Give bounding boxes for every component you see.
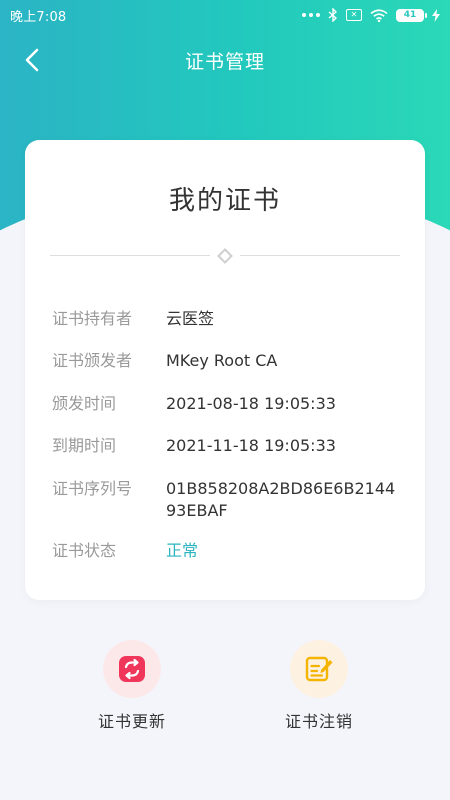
edit-document-icon bbox=[305, 656, 333, 682]
back-arrow-icon bbox=[25, 48, 39, 72]
renew-certificate-button[interactable]: 证书更新 bbox=[72, 640, 192, 740]
wifi-icon bbox=[370, 8, 388, 22]
battery-level: 41 bbox=[403, 10, 417, 20]
renew-label: 证书更新 bbox=[97, 712, 166, 731]
no-sim-icon: ✕ bbox=[346, 9, 362, 21]
status-time: 晚上7:08 bbox=[10, 9, 67, 25]
info-label: 证书状态 bbox=[52, 541, 117, 560]
charging-icon bbox=[432, 8, 440, 22]
info-label: 颁发时间 bbox=[52, 394, 117, 413]
card-title: 我的证书 bbox=[168, 186, 281, 216]
revoke-icon-circle bbox=[290, 640, 348, 698]
info-value: MKey Root CA bbox=[166, 351, 278, 370]
info-label: 证书序列号 bbox=[52, 479, 133, 498]
diamond-ornament-icon bbox=[217, 248, 233, 264]
status-value: 正常 bbox=[166, 541, 199, 560]
info-label: 到期时间 bbox=[52, 436, 117, 455]
refresh-icon bbox=[119, 656, 145, 682]
battery-icon: 41 bbox=[396, 8, 427, 22]
info-label: 证书持有者 bbox=[52, 309, 133, 328]
revoke-label: 证书注销 bbox=[284, 712, 353, 731]
info-label: 证书颁发者 bbox=[52, 351, 133, 370]
more-notifications-icon bbox=[302, 13, 320, 17]
certificate-actions: 证书更新 证书注销 bbox=[0, 640, 450, 740]
info-value: 2021-08-18 19:05:33 bbox=[166, 394, 336, 413]
renew-icon-circle bbox=[103, 640, 161, 698]
certificate-card: 我的证书 证书持有者 云医签 证书颁发者 MKey Root CA 颁发时间 2… bbox=[25, 140, 425, 600]
navigation-bar: 证书管理 bbox=[0, 30, 450, 90]
back-button[interactable] bbox=[16, 44, 48, 76]
page-title: 证书管理 bbox=[184, 50, 265, 73]
status-icons: ✕ 41 bbox=[302, 8, 440, 22]
bluetooth-icon bbox=[328, 8, 338, 22]
info-value: 01B858208A2BD86E6B214493EBAF bbox=[166, 479, 396, 520]
info-value: 云医签 bbox=[166, 309, 215, 328]
title-divider bbox=[50, 244, 400, 268]
status-bar: 晚上7:08 ✕ 41 bbox=[0, 0, 450, 30]
info-value: 2021-11-18 19:05:33 bbox=[166, 436, 336, 455]
revoke-certificate-button[interactable]: 证书注销 bbox=[259, 640, 379, 740]
